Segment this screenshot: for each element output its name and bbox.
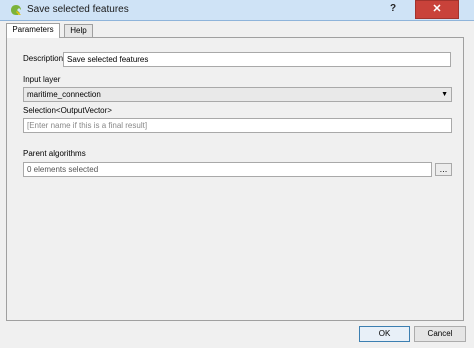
tab-help[interactable]: Help — [64, 24, 93, 37]
help-button[interactable]: ? — [379, 0, 407, 19]
dialog-body: Parameters Help Description Save selecte… — [0, 21, 474, 348]
input-layer-label: Input layer — [23, 75, 61, 84]
window-title: Save selected features — [27, 4, 129, 15]
selection-output-field[interactable]: [Enter name if this is a final result] — [23, 118, 452, 133]
tab-parameters[interactable]: Parameters — [6, 23, 60, 38]
description-label: Description — [23, 54, 64, 63]
input-layer-value: maritime_connection — [27, 90, 101, 99]
description-field[interactable]: Save selected features — [63, 52, 451, 67]
ok-button[interactable]: OK — [359, 326, 410, 342]
title-bar: Save selected features ? ✕ — [0, 0, 474, 21]
dropdown-arrow-icon: ▼ — [441, 91, 448, 98]
parent-algorithms-field[interactable]: 0 elements selected — [23, 162, 432, 177]
input-layer-select[interactable]: maritime_connection ▼ — [23, 87, 452, 102]
browse-button[interactable]: ... — [435, 163, 452, 176]
parameters-panel: Description Save selected features Input… — [6, 37, 464, 321]
close-button[interactable]: ✕ — [415, 0, 459, 19]
cancel-button[interactable]: Cancel — [414, 326, 466, 342]
selection-label: Selection<OutputVector> — [23, 106, 112, 115]
qgis-logo-icon — [11, 5, 21, 15]
parent-algorithms-label: Parent algorithms — [23, 149, 86, 158]
